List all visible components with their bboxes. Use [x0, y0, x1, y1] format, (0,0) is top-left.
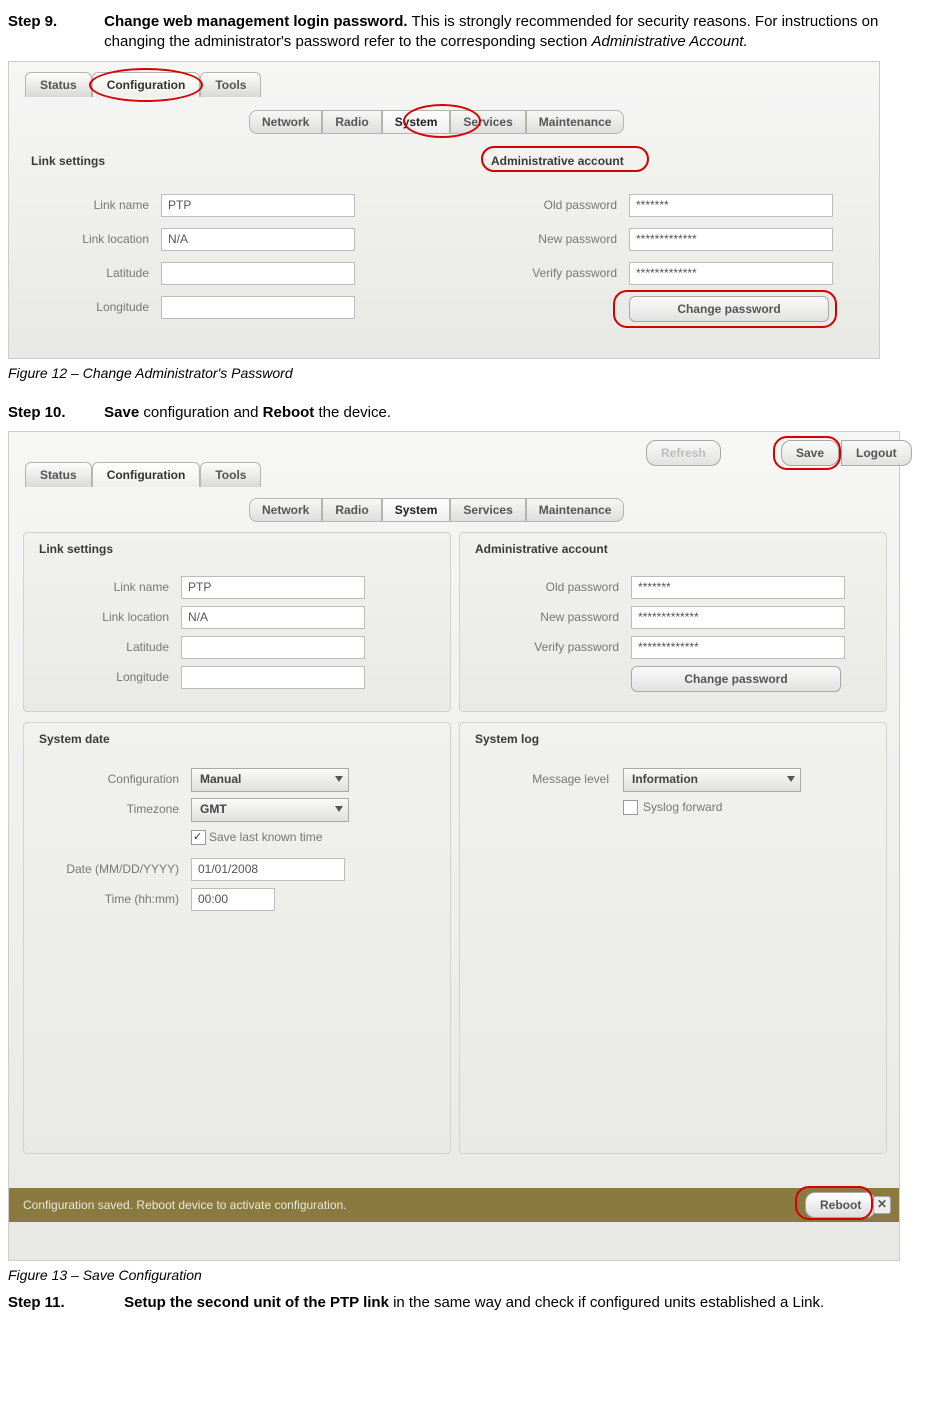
tab-status[interactable]: Status [25, 72, 92, 97]
label-link-name-2: Link name [49, 580, 169, 594]
label-new-password-2: New password [479, 610, 619, 624]
label-message-level: Message level [479, 772, 609, 786]
figure-13-caption: Figure 13 – Save Configuration [8, 1267, 925, 1283]
label-latitude: Latitude [49, 266, 149, 280]
input-old-password-2[interactable]: ******* [631, 576, 845, 599]
step-10: Step 10. Save configuration and Reboot t… [8, 403, 925, 423]
step-10-reboot: Reboot [263, 404, 315, 421]
input-link-name-2[interactable]: PTP [181, 576, 365, 599]
label-longitude-2: Longitude [49, 670, 169, 684]
label-syslog-forward: Syslog forward [643, 800, 783, 814]
refresh-button[interactable]: Refresh [646, 440, 721, 466]
tab-tools[interactable]: Tools [200, 72, 261, 97]
tab-configuration[interactable]: Configuration [92, 72, 201, 97]
logout-button[interactable]: Logout [841, 440, 912, 466]
save-button[interactable]: Save [781, 440, 839, 466]
checkbox-syslog-forward[interactable] [623, 800, 638, 815]
reboot-button[interactable]: Reboot [805, 1192, 876, 1218]
input-link-location[interactable]: N/A [161, 228, 355, 251]
change-password-button[interactable]: Change password [629, 296, 829, 322]
input-time[interactable]: 00:00 [191, 888, 275, 911]
input-longitude[interactable] [161, 296, 355, 319]
label-link-name: Link name [49, 198, 149, 212]
tab-configuration-2[interactable]: Configuration [92, 462, 201, 487]
tab-status-2[interactable]: Status [25, 462, 92, 487]
input-verify-password-2[interactable]: ************* [631, 636, 845, 659]
label-save-last-time: Save last known time [209, 830, 369, 844]
link-settings-title-2: Link settings [39, 542, 113, 556]
step-9-italic: Administrative Account. [591, 33, 747, 50]
input-new-password-2[interactable]: ************* [631, 606, 845, 629]
select-message-level[interactable]: Information [623, 768, 801, 792]
close-icon[interactable]: ✕ [873, 1196, 891, 1214]
subtab-services-2[interactable]: Services [450, 498, 525, 522]
label-verify-password: Verify password [487, 266, 617, 280]
step-11: Step 11. Setup the second unit of the PT… [8, 1293, 925, 1313]
input-link-location-2[interactable]: N/A [181, 606, 365, 629]
label-verify-password-2: Verify password [479, 640, 619, 654]
change-password-button-2[interactable]: Change password [631, 666, 841, 692]
input-old-password[interactable]: ******* [629, 194, 833, 217]
step-11-body: Setup the second unit of the PTP link in… [124, 1293, 919, 1313]
admin-account-title: Administrative account [491, 154, 624, 168]
step-10-end: the device. [314, 404, 391, 421]
label-link-location: Link location [49, 232, 149, 246]
checkbox-save-last-time[interactable]: ✓ [191, 830, 206, 845]
step-11-rest: in the same way and check if configured … [389, 1294, 824, 1311]
input-latitude-2[interactable] [181, 636, 365, 659]
subtab-services[interactable]: Services [450, 110, 525, 134]
link-settings-title: Link settings [31, 154, 105, 168]
select-timezone[interactable]: GMT [191, 798, 349, 822]
chevron-down-icon-3 [787, 776, 795, 782]
input-latitude[interactable] [161, 262, 355, 285]
step-10-mid: configuration and [139, 404, 262, 421]
notice-bar: Configuration saved. Reboot device to ac… [9, 1188, 899, 1222]
label-link-location-2: Link location [49, 610, 169, 624]
check-icon: ✓ [193, 830, 202, 843]
step-9: Step 9. Change web management login pass… [8, 12, 925, 53]
subtab-network[interactable]: Network [249, 110, 322, 134]
subtab-radio[interactable]: Radio [322, 110, 381, 134]
step-10-body: Save configuration and Reboot the device… [104, 403, 919, 423]
step-10-label: Step 10. [8, 403, 100, 423]
label-new-password: New password [487, 232, 617, 246]
system-date-title: System date [39, 732, 110, 746]
label-timezone: Timezone [49, 802, 179, 816]
figure-13-screenshot: Refresh Save Logout Status Configuration… [8, 431, 900, 1261]
label-time: Time (hh:mm) [39, 892, 179, 906]
step-11-label: Step 11. [8, 1293, 120, 1313]
system-log-title: System log [475, 732, 539, 746]
select-configuration[interactable]: Manual [191, 768, 349, 792]
input-new-password[interactable]: ************* [629, 228, 833, 251]
label-date: Date (MM/DD/YYYY) [39, 862, 179, 876]
chevron-down-icon-2 [335, 806, 343, 812]
label-configuration: Configuration [49, 772, 179, 786]
step-9-body: Change web management login password. Th… [104, 12, 919, 53]
step-10-save: Save [104, 404, 139, 421]
input-link-name[interactable]: PTP [161, 194, 355, 217]
figure-12-screenshot: Status Configuration Tools Network Radio… [8, 61, 880, 359]
step-9-title: Change web management login password. [104, 13, 407, 30]
input-verify-password[interactable]: ************* [629, 262, 833, 285]
label-old-password-2: Old password [479, 580, 619, 594]
subtab-maintenance-2[interactable]: Maintenance [526, 498, 625, 522]
admin-account-title-2: Administrative account [475, 542, 608, 556]
tab-tools-2[interactable]: Tools [200, 462, 261, 487]
subtab-maintenance[interactable]: Maintenance [526, 110, 625, 134]
step-9-label: Step 9. [8, 12, 100, 32]
step-11-title: Setup the second unit of the PTP link [124, 1294, 389, 1311]
input-longitude-2[interactable] [181, 666, 365, 689]
chevron-down-icon [335, 776, 343, 782]
label-old-password: Old password [487, 198, 617, 212]
subtab-radio-2[interactable]: Radio [322, 498, 381, 522]
label-latitude-2: Latitude [49, 640, 169, 654]
subtab-system-2[interactable]: System [382, 498, 451, 522]
notice-text: Configuration saved. Reboot device to ac… [23, 1198, 347, 1212]
subtab-system[interactable]: System [382, 110, 451, 134]
label-longitude: Longitude [49, 300, 149, 314]
input-date[interactable]: 01/01/2008 [191, 858, 345, 881]
subtab-network-2[interactable]: Network [249, 498, 322, 522]
figure-12-caption: Figure 12 – Change Administrator's Passw… [8, 365, 925, 381]
